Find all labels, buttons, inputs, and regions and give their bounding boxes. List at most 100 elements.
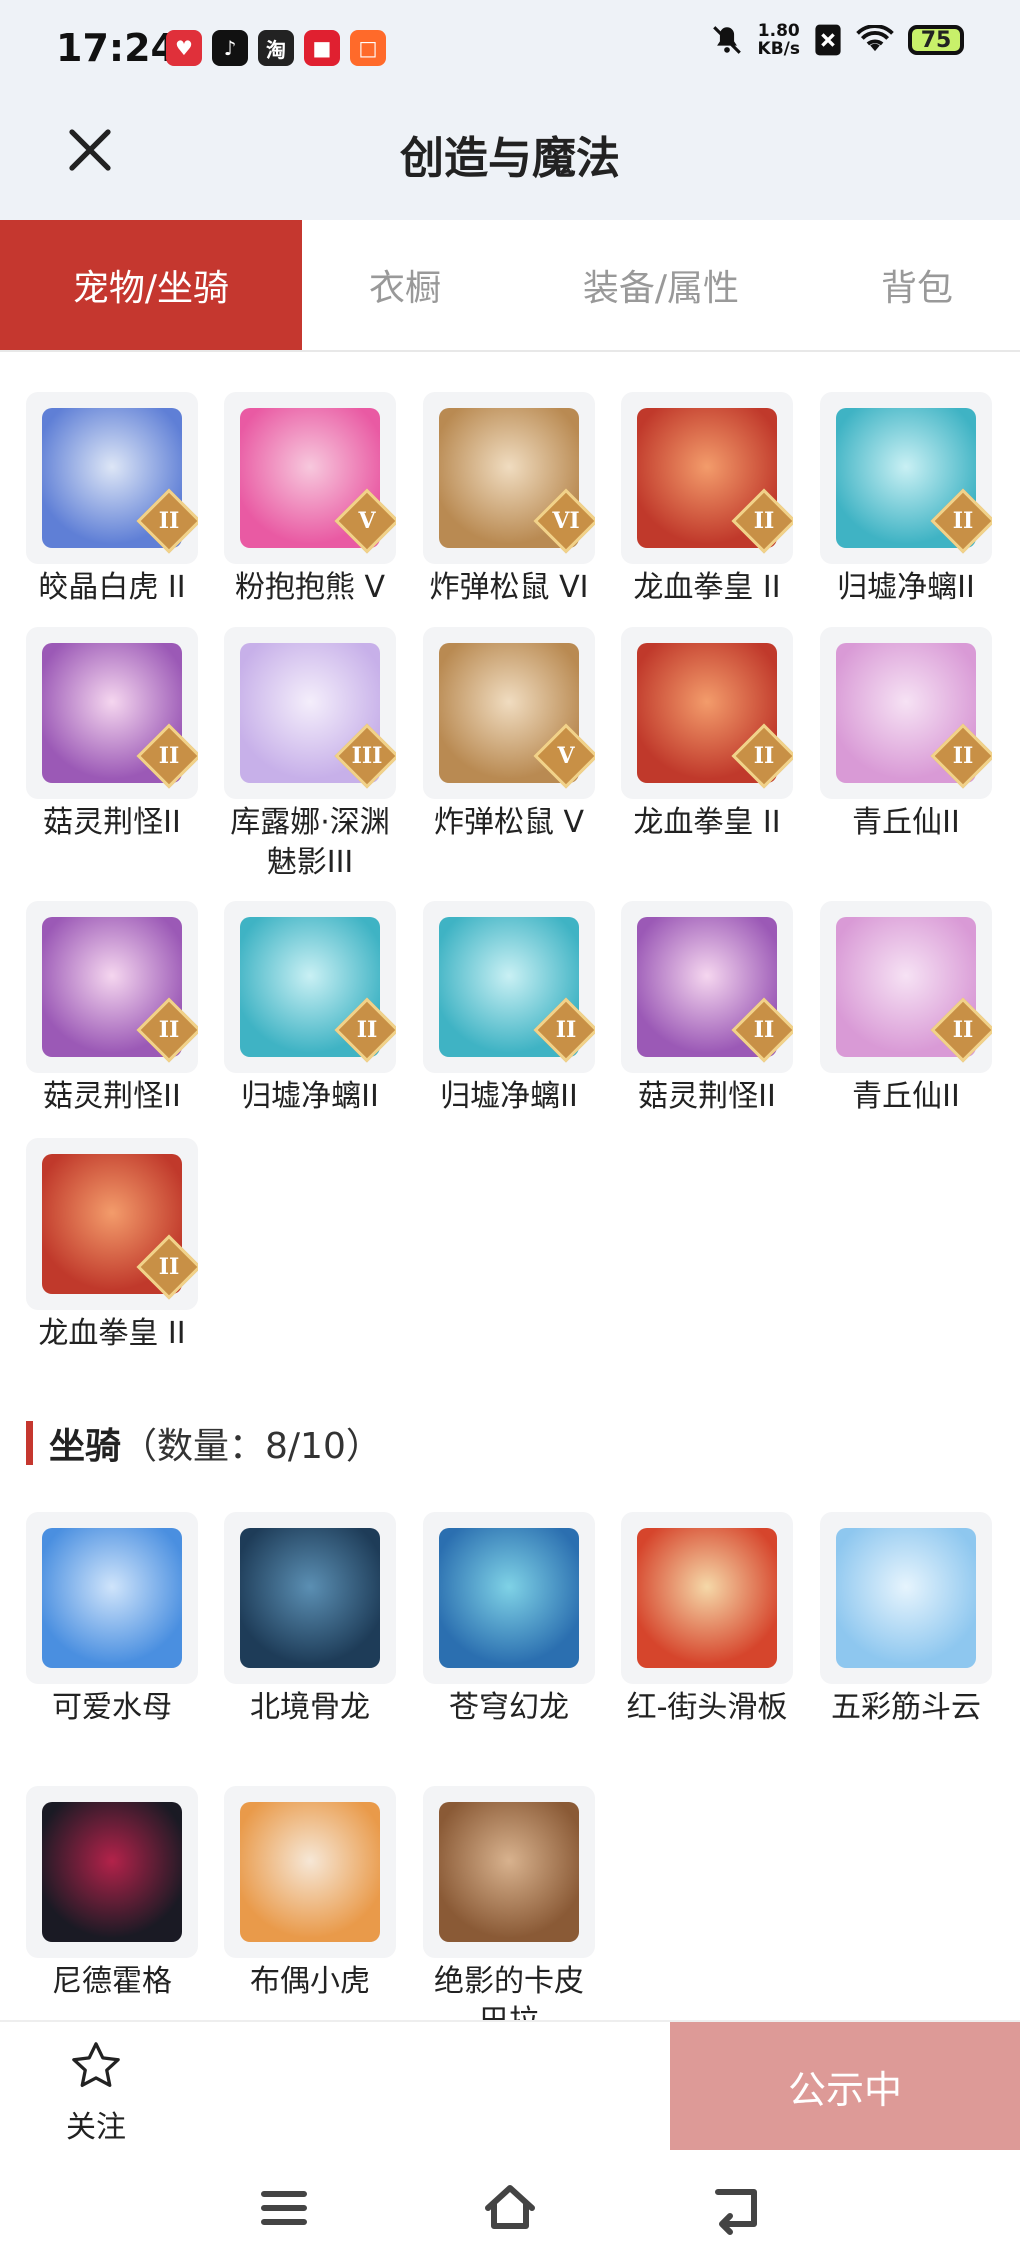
mount-card[interactable]: 北境骨龙 [224, 1512, 396, 1728]
pet-card[interactable]: II 归墟净螭II [423, 901, 595, 1117]
pet-card[interactable]: II 归墟净螭II [820, 392, 992, 608]
pet-thumbnail: II [26, 901, 198, 1073]
pet-card[interactable]: II 青丘仙II [820, 627, 992, 843]
pet-thumbnail: II [820, 392, 992, 564]
mount-thumbnail [423, 1512, 595, 1684]
mount-card[interactable]: 苍穹幻龙 [423, 1512, 595, 1728]
tab-bar: 宠物/坐骑 衣橱 装备/属性 背包 [0, 220, 1020, 352]
system-nav-bar [0, 2150, 1020, 2267]
mount-card[interactable]: 绝影的卡皮巴拉 [423, 1786, 595, 2042]
mount-name: 可爱水母 [52, 1690, 172, 1725]
bottom-action-bar: 关注 公示中 [0, 2020, 1020, 2152]
star-icon [72, 2042, 120, 2087]
pet-name: 粉抱抱熊 V [234, 570, 386, 605]
pet-card[interactable]: III 库露娜·深渊魅影III [224, 627, 396, 883]
no-sim-icon [815, 24, 841, 56]
mount-image [240, 1528, 380, 1668]
mount-name: 北境骨龙 [250, 1690, 370, 1725]
pet-thumbnail: II [820, 901, 992, 1073]
tab-wardrobe[interactable]: 衣橱 [302, 220, 508, 350]
notification-app-icon: ♪ [212, 30, 248, 66]
pet-name: 炸弹松鼠 V [433, 805, 585, 840]
mount-name: 苍穹幻龙 [449, 1690, 569, 1725]
mount-card[interactable]: 五彩筋斗云 [820, 1512, 992, 1728]
pet-card[interactable]: II 皎晶白虎 II [26, 392, 198, 608]
pet-thumbnail: II [820, 627, 992, 799]
pet-thumbnail: II [621, 392, 793, 564]
pet-name: 归墟净螭II [837, 570, 975, 605]
mount-card[interactable]: 红-街头滑板 [621, 1512, 793, 1728]
mount-thumbnail [621, 1512, 793, 1684]
pet-card[interactable]: II 归墟净螭II [224, 901, 396, 1117]
mount-image [439, 1528, 579, 1668]
mounts-section-header: 坐骑 （数量：8/10） [26, 1418, 382, 1468]
mount-image [240, 1802, 380, 1942]
pet-thumbnail: II [26, 1138, 198, 1310]
follow-label: 关注 [66, 2110, 126, 2145]
mount-name: 尼德霍格 [52, 1964, 172, 1999]
pet-card[interactable]: V 炸弹松鼠 V [423, 627, 595, 843]
pet-name: 皎晶白虎 II [38, 570, 186, 605]
pet-thumbnail: II [621, 627, 793, 799]
mount-name: 五彩筋斗云 [831, 1690, 981, 1725]
pet-name: 归墟净螭II [440, 1079, 578, 1114]
mount-thumbnail [224, 1786, 396, 1958]
pet-name: 菇灵荆怪II [43, 1079, 181, 1114]
pet-name: 青丘仙II [852, 1079, 960, 1114]
publicity-status-button[interactable]: 公示中 [670, 2022, 1020, 2150]
pet-thumbnail: II [26, 392, 198, 564]
tab-bag[interactable]: 背包 [814, 220, 1020, 350]
pet-name: 炸弹松鼠 VI [429, 570, 589, 605]
pet-name: 青丘仙II [852, 805, 960, 840]
tab-pets-mounts[interactable]: 宠物/坐骑 [0, 220, 302, 350]
mount-image [42, 1528, 182, 1668]
tab-equipment[interactable]: 装备/属性 [508, 220, 814, 350]
mount-card[interactable]: 可爱水母 [26, 1512, 198, 1728]
follow-button[interactable]: 关注 [56, 2038, 136, 2146]
status-bar: 17:24 ♥ ♪ 淘 ■ □ 1.80 KB/s 75 [0, 0, 1020, 100]
network-speed: 1.80 KB/s [757, 21, 800, 59]
pet-card[interactable]: II 青丘仙II [820, 901, 992, 1117]
back-icon[interactable] [706, 2178, 766, 2238]
pet-name: 龙血拳皇 II [38, 1316, 186, 1351]
pet-card[interactable]: II 菇灵荆怪II [26, 901, 198, 1117]
pet-card[interactable]: V 粉抱抱熊 V [224, 392, 396, 608]
pet-name: 归墟净螭II [241, 1079, 379, 1114]
pet-name: 库露娜·深渊魅影III [230, 805, 390, 880]
mount-thumbnail [26, 1786, 198, 1958]
page-title: 创造与魔法 [400, 133, 620, 184]
notification-app-icon: 淘 [258, 30, 294, 66]
mount-count: （数量：8/10） [121, 1426, 382, 1467]
pet-thumbnail: II [621, 901, 793, 1073]
mount-card[interactable]: 布偶小虎 [224, 1786, 396, 2002]
pet-card[interactable]: II 菇灵荆怪II [621, 901, 793, 1117]
pet-thumbnail: II [224, 901, 396, 1073]
mount-image [42, 1802, 182, 1942]
mount-name: 红-街头滑板 [626, 1690, 788, 1725]
clock: 17:24 [56, 26, 177, 70]
pet-name: 龙血拳皇 II [633, 805, 781, 840]
notification-icons: ♥ ♪ 淘 ■ □ [166, 30, 386, 66]
system-icons: 1.80 KB/s 75 [710, 22, 964, 58]
mount-thumbnail [224, 1512, 396, 1684]
mount-thumbnail [26, 1512, 198, 1684]
section-title: 坐骑 [49, 1426, 122, 1467]
pet-thumbnail: V [224, 392, 396, 564]
menu-icon[interactable] [254, 2178, 314, 2238]
app-header: 创造与魔法 [0, 100, 1020, 220]
mute-bell-icon [712, 26, 741, 54]
mount-image [637, 1528, 777, 1668]
pet-card[interactable]: II 菇灵荆怪II [26, 627, 198, 843]
home-icon[interactable] [480, 2178, 540, 2238]
pet-card[interactable]: II 龙血拳皇 II [26, 1138, 198, 1354]
pet-thumbnail: VI [423, 392, 595, 564]
pet-card[interactable]: VI 炸弹松鼠 VI [423, 392, 595, 608]
pet-thumbnail: III [224, 627, 396, 799]
mount-thumbnail [423, 1786, 595, 1958]
pet-card[interactable]: II 龙血拳皇 II [621, 392, 793, 608]
battery-icon: 75 [908, 25, 964, 55]
mount-image [439, 1802, 579, 1942]
mount-card[interactable]: 尼德霍格 [26, 1786, 198, 2002]
pet-name: 龙血拳皇 II [633, 570, 781, 605]
pet-card[interactable]: II 龙血拳皇 II [621, 627, 793, 843]
